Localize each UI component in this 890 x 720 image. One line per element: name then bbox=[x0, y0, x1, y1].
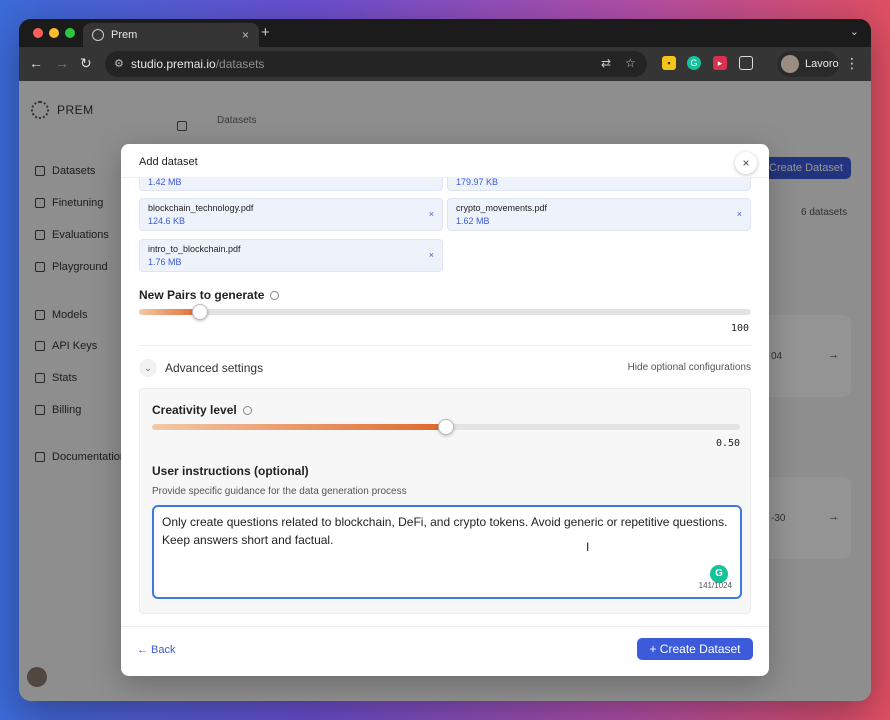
site-settings-icon[interactable]: ⚙ bbox=[114, 57, 124, 70]
instructions-text: Only create questions related to blockch… bbox=[162, 515, 728, 547]
pairs-label: New Pairs to generate bbox=[139, 288, 280, 302]
tab-list-chevron-icon[interactable]: ⌄ bbox=[850, 25, 859, 38]
pairs-slider-fill bbox=[139, 309, 200, 315]
modal-title: Add dataset bbox=[139, 156, 198, 168]
browser-toolbar: ← → ↻ ⚙ studio.premai.io/datasets ⇄ ☆ ▪ … bbox=[19, 47, 871, 81]
address-bar[interactable]: ⚙ studio.premai.io/datasets ⇄ ☆ bbox=[105, 51, 647, 77]
section-divider bbox=[139, 345, 751, 346]
browser-menu-icon[interactable]: ⋮ bbox=[845, 55, 859, 72]
close-window-button[interactable] bbox=[33, 28, 43, 38]
profile-button[interactable]: Lavoro bbox=[777, 51, 839, 77]
info-icon[interactable] bbox=[270, 291, 280, 301]
pairs-label-text: New Pairs to generate bbox=[139, 288, 265, 302]
character-counter: 141/1024 bbox=[698, 581, 732, 590]
tab-title: Prem bbox=[111, 29, 138, 41]
file-card: crypto_movements.pdf 1.62 MB × bbox=[447, 198, 751, 231]
tab-bar: Prem × + ⌄ bbox=[19, 19, 871, 47]
new-tab-button[interactable]: + bbox=[261, 24, 270, 41]
extension-record-icon[interactable]: ▸ bbox=[713, 56, 727, 70]
back-button[interactable]: ← Back bbox=[137, 644, 176, 656]
remove-file-icon[interactable]: × bbox=[737, 209, 742, 219]
file-size: 1.62 MB bbox=[456, 216, 490, 226]
file-card: 179.97 KB bbox=[447, 177, 751, 191]
pairs-value: 100 bbox=[731, 323, 750, 334]
remove-file-icon[interactable]: × bbox=[429, 209, 434, 219]
file-card: 1.42 MB bbox=[139, 177, 443, 191]
pairs-slider[interactable] bbox=[139, 304, 751, 320]
creativity-label: Creativity level bbox=[152, 403, 252, 417]
text-cursor-icon: I bbox=[586, 540, 590, 554]
creativity-slider-fill bbox=[152, 424, 446, 430]
url-path: /datasets bbox=[215, 57, 265, 71]
browser-window: Prem × + ⌄ ← → ↻ ⚙ studio.premai.io/data… bbox=[19, 19, 871, 701]
instructions-help: Provide specific guidance for the data g… bbox=[152, 486, 407, 497]
file-size: 179.97 KB bbox=[456, 177, 499, 187]
tab-close-icon[interactable]: × bbox=[242, 28, 249, 42]
url-host: studio.premai.io bbox=[131, 57, 216, 71]
browser-tab[interactable]: Prem × bbox=[83, 23, 259, 47]
file-name: intro_to_blockchain.pdf bbox=[148, 244, 241, 254]
file-name: crypto_movements.pdf bbox=[456, 203, 548, 213]
file-name: blockchain_technology.pdf bbox=[148, 203, 254, 213]
pairs-slider-thumb[interactable] bbox=[192, 304, 208, 320]
file-card: blockchain_technology.pdf 124.6 KB × bbox=[139, 198, 443, 231]
extension-notes-icon[interactable]: ▪ bbox=[662, 56, 676, 70]
forward-arrow-icon[interactable]: → bbox=[55, 55, 69, 71]
instructions-label: User instructions (optional) bbox=[152, 464, 309, 478]
creativity-value: 0.50 bbox=[716, 438, 741, 449]
creativity-label-text: Creativity level bbox=[152, 403, 237, 417]
remove-file-icon[interactable]: × bbox=[429, 250, 434, 260]
app-page: PREM Datasets Finetuning Evaluations Pla… bbox=[19, 81, 871, 701]
advanced-settings-panel: Creativity level 0.50 User instructions … bbox=[139, 388, 751, 614]
favicon-icon bbox=[92, 29, 104, 41]
modal-footer-divider bbox=[121, 626, 769, 627]
reload-icon[interactable]: ↻ bbox=[80, 55, 92, 72]
instructions-textarea[interactable]: Only create questions related to blockch… bbox=[152, 505, 742, 599]
maximize-window-button[interactable] bbox=[65, 28, 75, 38]
creativity-slider-thumb[interactable] bbox=[438, 419, 454, 435]
add-dataset-modal: Add dataset × 1.42 MB 179.97 KB blockcha… bbox=[121, 144, 769, 676]
translate-icon[interactable]: ⇄ bbox=[601, 56, 611, 70]
file-size: 124.6 KB bbox=[148, 216, 186, 226]
advanced-settings-toggle[interactable]: ⌄ Advanced settings Hide optional config… bbox=[139, 357, 751, 379]
hide-optional-link[interactable]: Hide optional configurations bbox=[628, 362, 751, 373]
extensions-puzzle-icon[interactable] bbox=[739, 56, 753, 70]
creativity-slider[interactable] bbox=[152, 419, 740, 435]
profile-name: Lavoro bbox=[805, 58, 839, 70]
file-size: 1.42 MB bbox=[148, 177, 182, 187]
bookmark-star-icon[interactable]: ☆ bbox=[625, 56, 636, 70]
file-card: intro_to_blockchain.pdf 1.76 MB × bbox=[139, 239, 443, 272]
modal-close-button[interactable]: × bbox=[735, 152, 757, 174]
file-size: 1.76 MB bbox=[148, 257, 182, 267]
create-dataset-button[interactable]: + Create Dataset bbox=[637, 638, 753, 660]
back-arrow-icon[interactable]: ← bbox=[29, 55, 43, 71]
chevron-down-icon: ⌄ bbox=[139, 359, 157, 377]
profile-avatar bbox=[781, 55, 799, 73]
info-icon[interactable] bbox=[242, 406, 252, 416]
grammarly-extension-icon[interactable]: G bbox=[687, 56, 701, 70]
minimize-window-button[interactable] bbox=[49, 28, 59, 38]
advanced-settings-label: Advanced settings bbox=[165, 361, 264, 375]
